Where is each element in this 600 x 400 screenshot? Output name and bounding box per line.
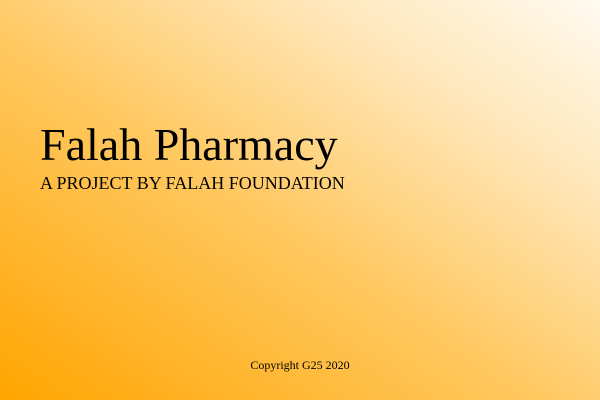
copyright-text: Copyright G25 2020: [250, 358, 350, 372]
app-title: Falah Pharmacy: [40, 119, 338, 170]
splash-screen: Falah Pharmacy A PROJECT BY FALAH FOUNDA…: [0, 0, 600, 400]
app-subtitle: A PROJECT BY FALAH FOUNDATION: [40, 173, 345, 193]
